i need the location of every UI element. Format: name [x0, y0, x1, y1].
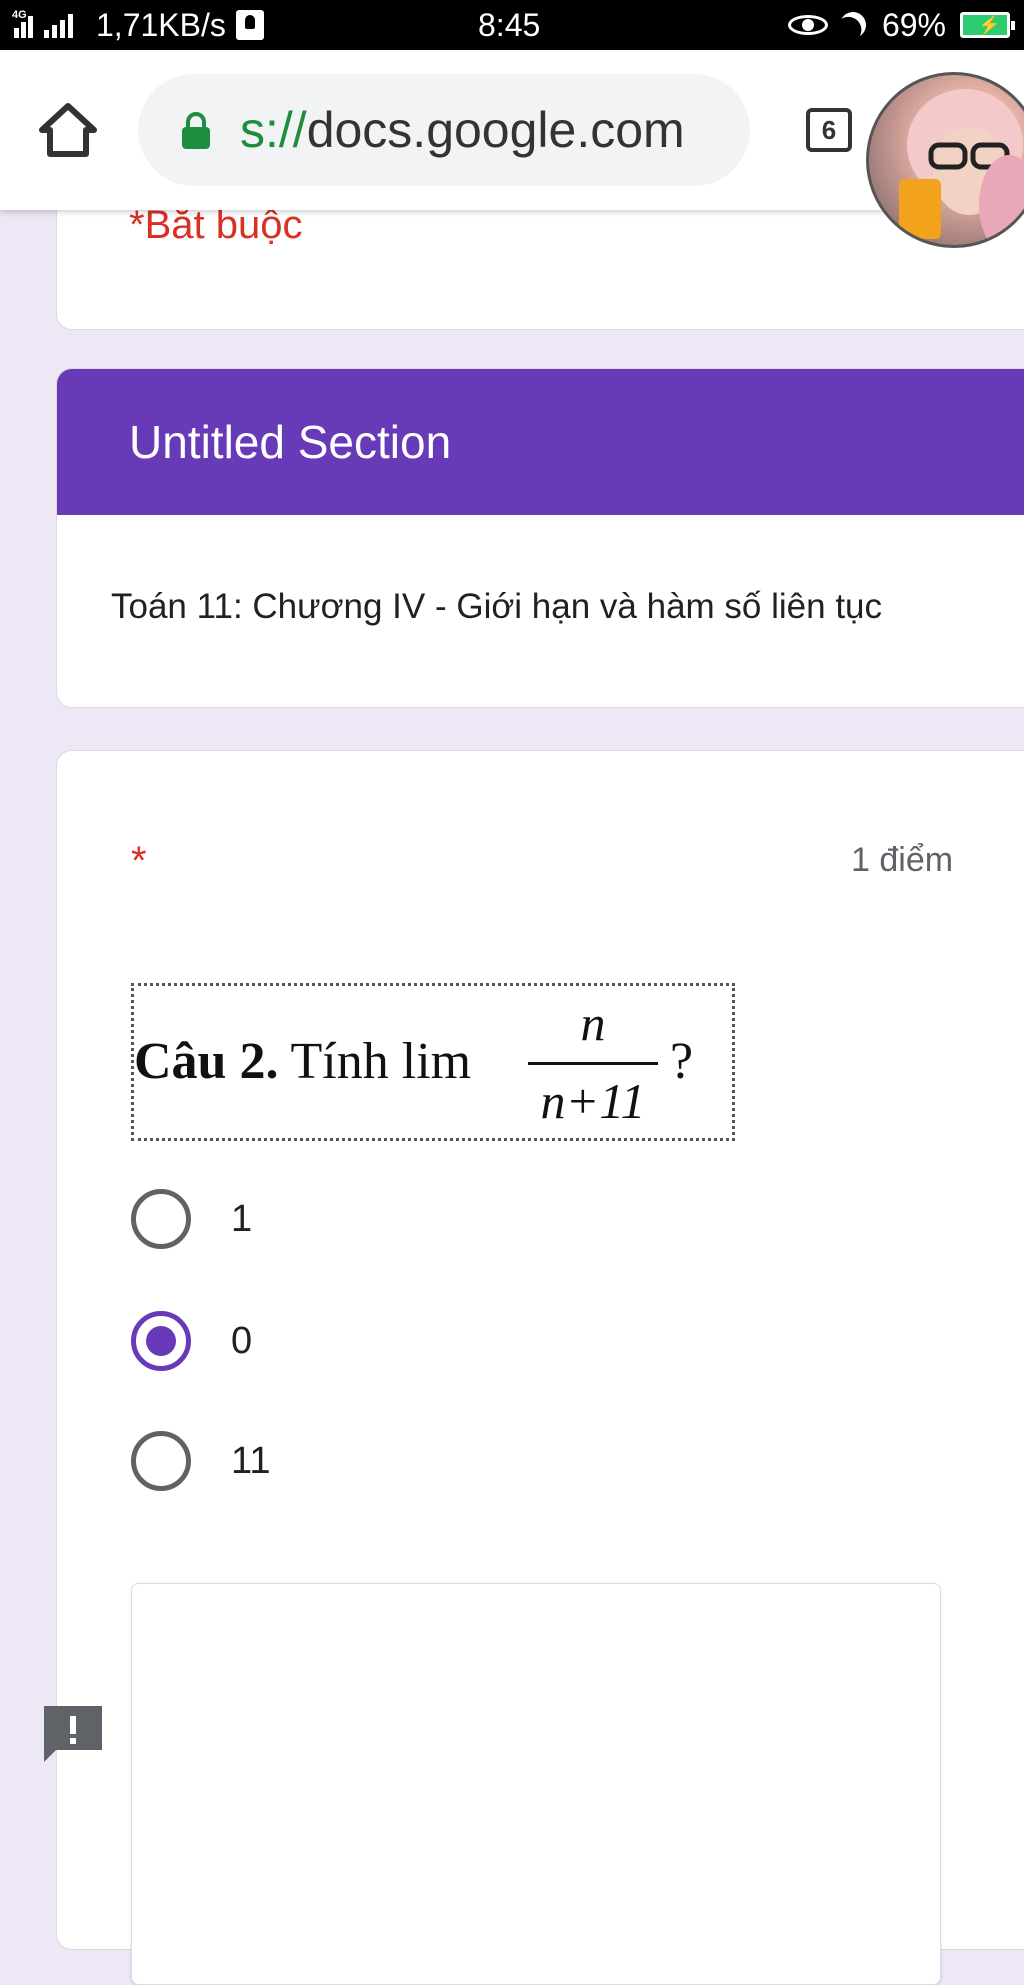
- status-bar: 4G 1,71KB/s 8:45 69% ⚡: [0, 0, 1024, 50]
- question-text: Tính lim: [278, 1033, 472, 1090]
- net-speed: 1,71KB/s: [96, 6, 226, 43]
- url-text[interactable]: s://docs.google.com: [240, 74, 685, 186]
- network-type: 4G: [12, 9, 27, 21]
- option-item[interactable]: 11: [131, 1421, 831, 1501]
- clock: 8:45: [478, 7, 541, 43]
- url-host: docs.google.com: [306, 102, 685, 158]
- notification-icon: [235, 10, 264, 40]
- question-mark: ?: [670, 1033, 694, 1090]
- feedback-icon[interactable]: [40, 1702, 106, 1768]
- radio-button[interactable]: [131, 1189, 191, 1249]
- url-scheme: s://: [240, 102, 307, 158]
- browser-toolbar: s://docs.google.com 6: [0, 50, 1024, 248]
- battery-charging-icon: ⚡: [960, 12, 1015, 38]
- option-item[interactable]: 1: [131, 1179, 831, 1259]
- option-label: 0: [231, 1320, 253, 1362]
- fraction-denominator: n+11: [540, 1073, 646, 1129]
- radio-button-selected[interactable]: [131, 1311, 191, 1371]
- section-header: Untitled Section: [57, 369, 1024, 515]
- radio-button[interactable]: [131, 1431, 191, 1491]
- status-left: 4G 1,71KB/s: [12, 6, 264, 44]
- section-description: Toán 11: Chương IV - Giới hạn và hàm số …: [111, 587, 883, 626]
- question-card: * 1 điểm Câu 2. Tính lim n n+11 ? 1 0 11: [56, 750, 1024, 1985]
- section-card: Untitled Section Toán 11: Chương IV - Gi…: [56, 368, 1024, 708]
- lock-icon: [180, 110, 212, 150]
- required-star: *: [131, 839, 147, 883]
- home-icon[interactable]: [36, 98, 100, 162]
- answer-image-box: [131, 1583, 941, 1985]
- question-image: Câu 2. Tính lim n n+11 ?: [131, 983, 735, 1141]
- fraction-numerator: n: [580, 995, 606, 1051]
- question-number: Câu 2.: [134, 1033, 279, 1090]
- url-bar[interactable]: s://docs.google.com: [138, 74, 750, 186]
- status-right: 69% ⚡: [786, 6, 1015, 44]
- moon-icon: [836, 8, 869, 41]
- question-points: 1 điểm: [851, 841, 954, 879]
- signal-icon: 4G: [12, 10, 84, 40]
- battery-percent: 69%: [881, 6, 946, 43]
- option-item[interactable]: 0: [131, 1301, 831, 1381]
- section-title: Untitled Section: [129, 416, 452, 468]
- eye-icon: [786, 11, 834, 39]
- fraction: n n+11: [528, 994, 658, 1134]
- fraction-bar: [528, 1062, 658, 1065]
- question-label: Câu 2. Tính lim: [134, 1032, 471, 1091]
- option-label: 1: [231, 1198, 253, 1240]
- tab-switcher-icon[interactable]: 6: [806, 108, 852, 152]
- option-label: 11: [231, 1440, 271, 1482]
